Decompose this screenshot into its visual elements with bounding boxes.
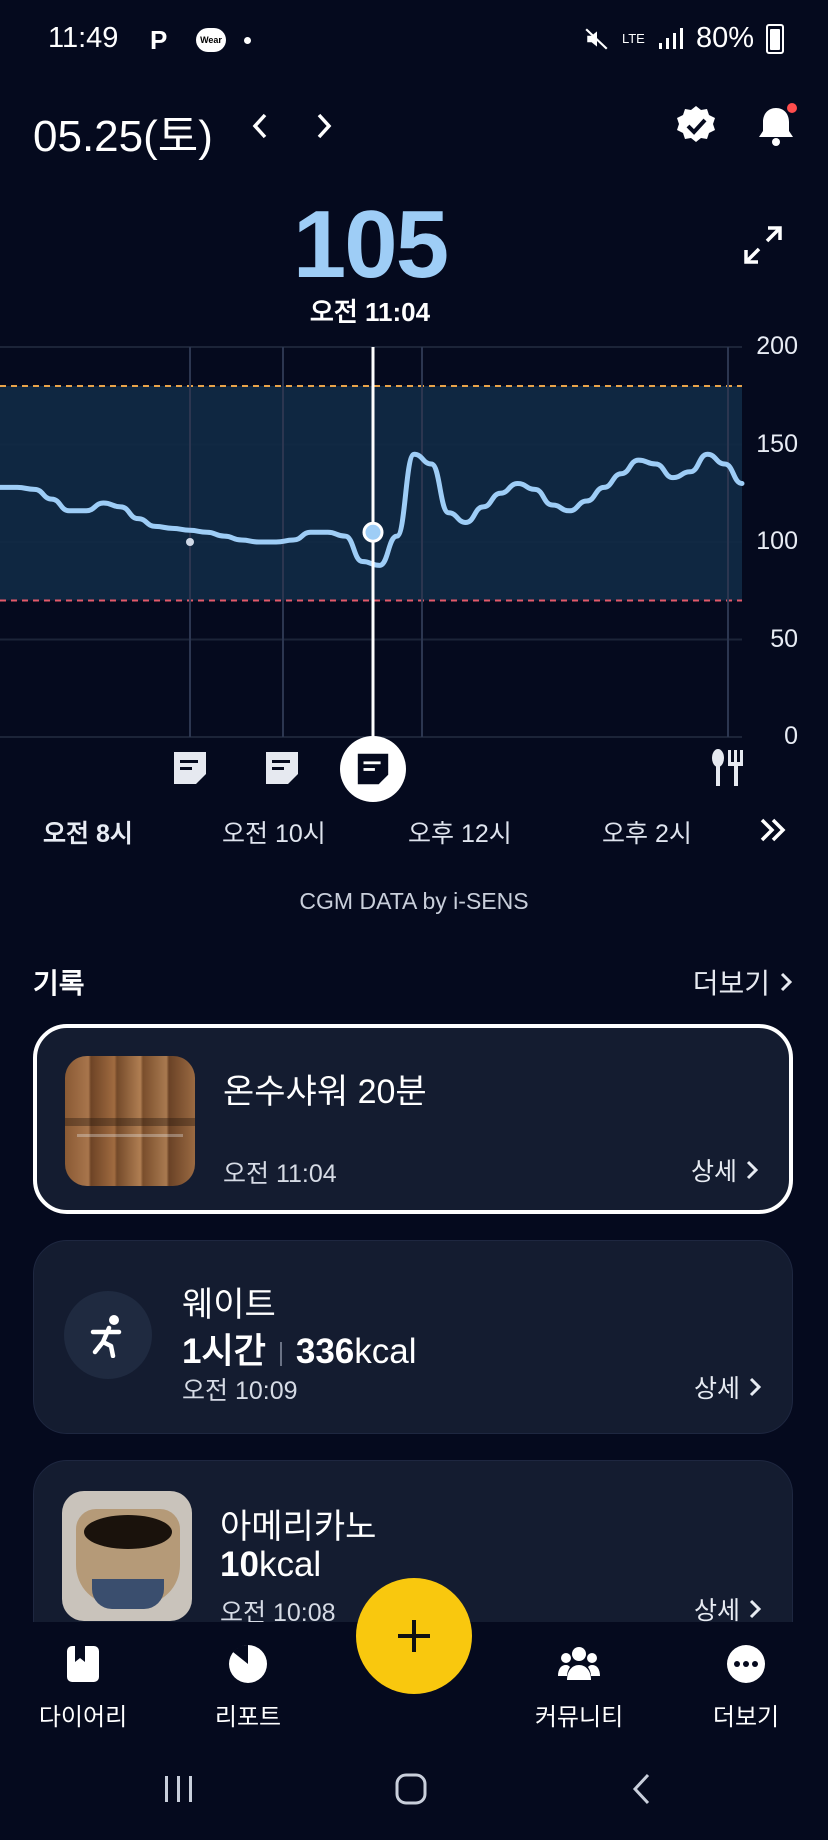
status-time: 11:49 bbox=[48, 22, 119, 54]
record-detail-link[interactable]: 상세 bbox=[694, 1369, 762, 1405]
chevron-right-icon bbox=[746, 1160, 759, 1180]
chevron-left-icon bbox=[252, 113, 267, 139]
record-kcal-value: 10 bbox=[220, 1545, 259, 1584]
record-detail-label: 상세 bbox=[690, 1158, 737, 1186]
x-tick-label: 오후 2시 bbox=[602, 820, 692, 848]
plus-icon bbox=[398, 1620, 430, 1652]
status-notification-icons: P Wear bbox=[150, 26, 251, 54]
nav-label: 커뮤니티 bbox=[534, 1704, 624, 1731]
record-detail-label: 상세 bbox=[693, 1375, 740, 1403]
selected-note-marker[interactable] bbox=[340, 736, 406, 802]
meal-icon bbox=[712, 749, 743, 786]
current-glucose-value: 105 bbox=[292, 191, 449, 298]
nav-label: 다이어리 bbox=[38, 1704, 128, 1731]
record-card-shower[interactable]: 온수샤워 20분 오전 11:04 상세 bbox=[33, 1024, 793, 1214]
next-range-button[interactable] bbox=[758, 812, 788, 855]
battery-percent: 80% bbox=[695, 22, 754, 54]
recent-apps-button[interactable] bbox=[162, 1774, 196, 1804]
nav-community[interactable]: 커뮤니티 bbox=[509, 1642, 649, 1732]
next-day-button[interactable] bbox=[302, 102, 346, 150]
home-button[interactable] bbox=[394, 1772, 428, 1806]
nav-label: 더보기 bbox=[712, 1704, 780, 1731]
y-tick-label: 0 bbox=[784, 722, 798, 750]
community-icon bbox=[558, 1647, 600, 1680]
separator bbox=[279, 1341, 282, 1366]
record-time: 오전 11:04 bbox=[223, 1160, 337, 1188]
record-kcal-unit: kcal bbox=[258, 1545, 322, 1584]
nav-report[interactable]: 리포트 bbox=[178, 1642, 318, 1732]
more-notifications-dot-icon bbox=[244, 36, 251, 44]
x-tick-label: 오후 12시 bbox=[408, 820, 512, 848]
cgm-data-credit: CGM DATA by i-SENS bbox=[299, 888, 529, 914]
record-title: 온수샤워 20분 bbox=[223, 1073, 427, 1111]
nav-more[interactable]: 더보기 bbox=[676, 1642, 816, 1732]
note-marker[interactable] bbox=[170, 748, 210, 790]
prev-day-button[interactable] bbox=[238, 102, 282, 150]
record-summary: 1시간 336kcal bbox=[182, 1323, 417, 1374]
battery-icon bbox=[766, 23, 784, 54]
record-title: 아메리카노 bbox=[220, 1508, 377, 1546]
records-more-link[interactable]: 더보기 bbox=[693, 962, 794, 1002]
network-type: LTE bbox=[621, 30, 645, 46]
x-tick-label: 오전 8시 bbox=[43, 820, 133, 848]
x-tick-label: 오전 10시 bbox=[222, 820, 326, 848]
glucose-marker-point bbox=[186, 538, 194, 546]
report-icon bbox=[229, 1644, 267, 1683]
system-navigation-bar bbox=[0, 1740, 828, 1840]
chevron-right-icon bbox=[749, 1599, 762, 1619]
record-duration: 1시간 bbox=[182, 1332, 266, 1371]
note-icon bbox=[357, 753, 389, 785]
expand-icon bbox=[744, 226, 782, 264]
chevron-right-icon bbox=[749, 1377, 762, 1397]
records-section-title: 기록 bbox=[33, 968, 85, 999]
verified-badge-button[interactable] bbox=[668, 98, 724, 154]
parking-app-icon: P bbox=[150, 25, 168, 55]
target-range-band bbox=[0, 386, 742, 601]
record-time: 오전 10:09 bbox=[182, 1377, 298, 1405]
meal-marker[interactable] bbox=[706, 748, 746, 790]
selected-glucose-point bbox=[362, 521, 384, 543]
bell-icon bbox=[759, 103, 797, 146]
record-detail-link[interactable]: 상세 bbox=[691, 1152, 759, 1188]
nav-diary[interactable]: 다이어리 bbox=[13, 1642, 153, 1732]
date-title: 05.25(토) bbox=[33, 112, 213, 161]
diary-icon bbox=[67, 1646, 99, 1682]
more-icon bbox=[727, 1645, 765, 1683]
wear-app-icon: Wear bbox=[196, 28, 226, 52]
signal-icon bbox=[658, 27, 683, 49]
status-right: LTE 80% bbox=[584, 22, 784, 55]
back-button[interactable] bbox=[630, 1772, 654, 1806]
record-kcal-unit: kcal bbox=[354, 1332, 417, 1371]
note-icon bbox=[266, 752, 298, 784]
y-tick-label: 100 bbox=[756, 527, 798, 555]
record-summary: 10kcal bbox=[220, 1545, 321, 1585]
nav-label: 리포트 bbox=[214, 1704, 282, 1731]
double-chevron-right-icon bbox=[760, 818, 786, 842]
note-icon bbox=[174, 752, 206, 784]
record-card-weight[interactable]: 웨이트 1시간 336kcal 오전 10:09 상세 bbox=[33, 1240, 793, 1434]
glucose-chart[interactable] bbox=[0, 330, 828, 810]
americano-photo bbox=[62, 1491, 192, 1621]
y-tick-label: 50 bbox=[770, 625, 798, 653]
shower-photo bbox=[65, 1056, 195, 1186]
exercise-icon-badge bbox=[64, 1291, 152, 1379]
records-more-label: 더보기 bbox=[692, 968, 770, 999]
notification-button[interactable] bbox=[748, 98, 804, 154]
y-tick-label: 150 bbox=[756, 430, 798, 458]
y-tick-label: 200 bbox=[756, 332, 798, 360]
record-kcal-value: 336 bbox=[295, 1332, 355, 1371]
record-title: 웨이트 bbox=[182, 1286, 276, 1324]
mute-icon bbox=[585, 27, 608, 50]
current-glucose-time: 오전 11:04 bbox=[309, 297, 431, 327]
running-person-icon bbox=[90, 1315, 122, 1358]
note-marker[interactable] bbox=[262, 748, 302, 790]
chevron-right-icon bbox=[317, 113, 332, 139]
chevron-right-icon bbox=[780, 972, 793, 992]
verified-badge-icon bbox=[677, 106, 715, 142]
expand-chart-button[interactable] bbox=[740, 222, 786, 268]
add-record-button[interactable] bbox=[356, 1578, 472, 1694]
